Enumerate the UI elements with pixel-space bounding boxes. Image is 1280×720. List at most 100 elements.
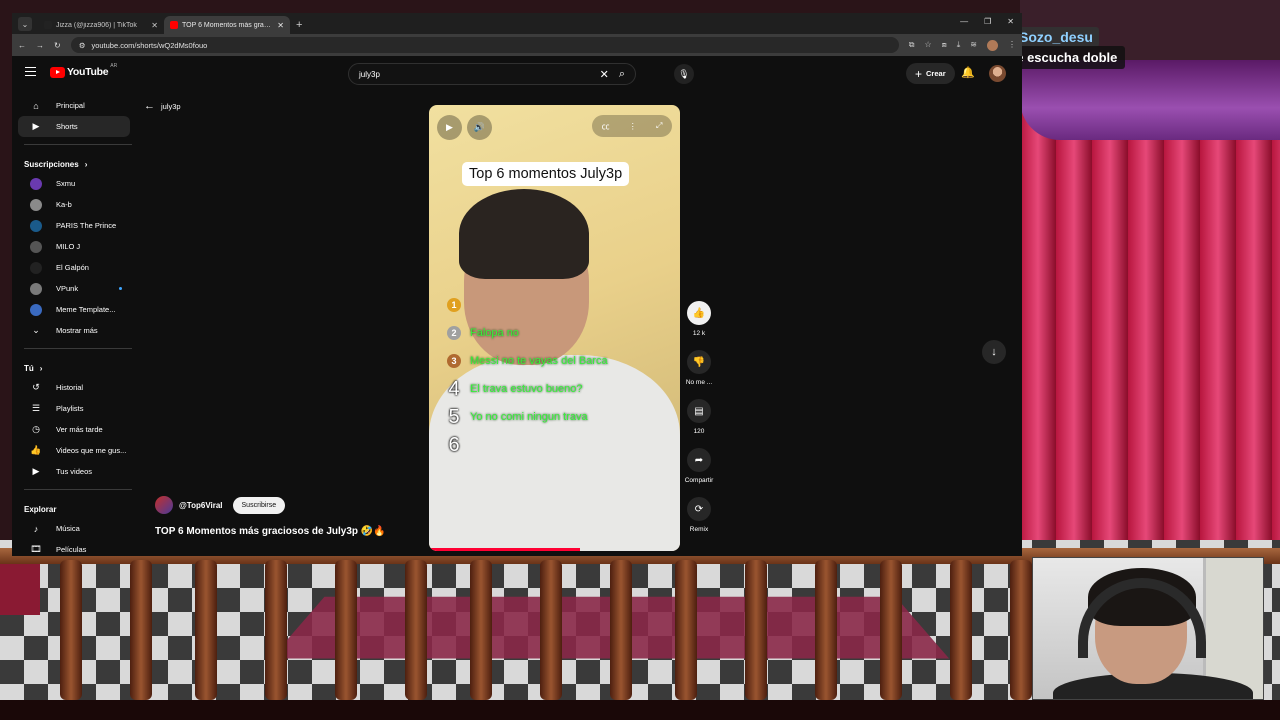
channel-avatar[interactable] bbox=[155, 496, 173, 514]
channel-name[interactable]: @Top6Viral bbox=[179, 501, 223, 510]
close-tab-icon[interactable]: ✕ bbox=[151, 21, 158, 30]
sidebar-item[interactable]: ☰ Playlists bbox=[18, 398, 130, 419]
sidebar-item[interactable]: 👍 Videos que me gus... bbox=[18, 440, 130, 461]
sidebar-item-subscription[interactable]: Sxmu bbox=[18, 173, 130, 194]
sidebar-item-subscription[interactable]: El Galpón bbox=[18, 257, 130, 278]
tab-tiktok[interactable]: Jizza (@jizza906) | TikTok ✕ bbox=[38, 16, 164, 34]
captions-icon[interactable]: ㏄ bbox=[602, 121, 610, 132]
sidebar-item-principal[interactable]: ⌂ Principal bbox=[18, 95, 130, 116]
sidebar-item-subscription[interactable]: Ka-b bbox=[18, 194, 130, 215]
youtube-logo[interactable]: YouTube AR bbox=[50, 63, 118, 78]
railing-post bbox=[335, 560, 357, 700]
back-nav-icon[interactable]: ← bbox=[18, 41, 26, 50]
sidebar-item[interactable]: 🎞 Películas bbox=[18, 539, 130, 556]
clear-search-icon[interactable]: ✕ bbox=[600, 68, 609, 81]
video-progress-bar[interactable] bbox=[429, 548, 580, 551]
search-input[interactable]: july3p bbox=[359, 70, 600, 79]
site-info-icon[interactable]: ⚙ bbox=[79, 41, 86, 50]
sidebar-item-shorts[interactable]: ▶ Shorts bbox=[18, 116, 130, 137]
install-icon[interactable]: ⧉ bbox=[909, 40, 915, 51]
subscriptions-list: Sxmu Ka-b PARIS The Prince MILO J El Galpón V… bbox=[12, 173, 134, 320]
share-action: ➦ Compartir bbox=[682, 448, 716, 484]
forward-nav-icon[interactable]: → bbox=[36, 41, 44, 50]
create-button[interactable]: + Crear bbox=[906, 63, 955, 84]
divider bbox=[24, 144, 132, 145]
channel-row: @Top6Viral Suscribirse bbox=[155, 496, 286, 514]
download-icon[interactable]: ⤓ bbox=[957, 40, 961, 51]
next-short-arrow-icon[interactable]: ↓ bbox=[982, 340, 1006, 364]
video-person-hair bbox=[459, 189, 589, 279]
play-icon[interactable]: ▶ bbox=[437, 115, 462, 140]
movies-icon: 🎞 bbox=[30, 544, 42, 554]
hamburger-menu-icon[interactable] bbox=[25, 67, 36, 76]
railing-post bbox=[950, 560, 972, 700]
like-icon: 👍 bbox=[30, 445, 42, 455]
show-more-label: Mostrar más bbox=[56, 326, 98, 335]
you-heading[interactable]: Tú › bbox=[12, 356, 134, 377]
channel-avatar bbox=[30, 303, 42, 316]
sidebar-item[interactable]: ♪ Música bbox=[18, 518, 130, 539]
sidebar-item-label: Tus videos bbox=[56, 467, 92, 476]
country-code: AR bbox=[110, 63, 118, 69]
minimize-icon[interactable]: — bbox=[960, 17, 968, 26]
menu-dots-icon[interactable]: ⋮ bbox=[1008, 40, 1016, 51]
sidebar-item[interactable]: ◷ Ver más tarde bbox=[18, 419, 130, 440]
url-bar[interactable]: ⚙ youtube.com/shorts/wQ2dMs0fouo bbox=[70, 37, 899, 53]
window-controls: — ❐ ✕ bbox=[960, 17, 1014, 26]
channel-avatar bbox=[30, 198, 42, 211]
more-options-icon[interactable]: ⋮ bbox=[629, 122, 637, 131]
remix-icon[interactable]: ⟳ bbox=[687, 497, 711, 521]
tab-youtube-short[interactable]: TOP 6 Momentos más graciosos ✕ bbox=[164, 16, 290, 34]
subscriptions-heading[interactable]: Suscripciones › bbox=[12, 152, 134, 173]
back-to-search[interactable]: ← july3p bbox=[144, 100, 181, 112]
channel-avatar bbox=[30, 177, 42, 190]
short-video-player[interactable]: ▶ 🔊 ㏄ ⋮ ⤢ Top 6 momentos July3p 1 2 Falopa… bbox=[429, 105, 680, 551]
rank-number: 6 bbox=[448, 433, 460, 456]
dislike-icon[interactable]: 👎 bbox=[687, 350, 711, 374]
sidebar-item[interactable]: ↺ Historial bbox=[18, 377, 130, 398]
fullscreen-icon[interactable]: ⤢ bbox=[656, 121, 662, 131]
ranking-item: 4 El trava estuvo bueno? bbox=[445, 375, 608, 403]
chevron-down-icon: ⌄ bbox=[32, 325, 40, 335]
sidebar-item[interactable]: ▶ Tus videos bbox=[18, 461, 130, 482]
home-icon: ⌂ bbox=[33, 100, 39, 111]
sidebar-item-subscription[interactable]: Meme Template... bbox=[18, 299, 130, 320]
voice-search-icon[interactable]: 🎙 bbox=[674, 64, 694, 84]
sidebar-item-subscription[interactable]: PARIS The Prince bbox=[18, 215, 130, 236]
like-action: 👍 12 k bbox=[682, 301, 716, 337]
subscribe-button[interactable]: Suscribirse bbox=[232, 496, 286, 514]
show-more-button[interactable]: ⌄ Mostrar más bbox=[18, 320, 130, 341]
sidebar-item-subscription[interactable]: MILO J bbox=[18, 236, 130, 257]
search-box[interactable]: july3p ✕ ⌕ bbox=[348, 63, 636, 85]
reload-icon[interactable]: ↻ bbox=[54, 41, 61, 50]
subscriptions-title: Suscripciones bbox=[24, 160, 79, 169]
account-avatar[interactable] bbox=[989, 65, 1006, 82]
bookmark-star-icon[interactable]: ☆ bbox=[924, 40, 931, 51]
railing-post bbox=[130, 560, 152, 700]
notifications-bell-icon[interactable]: 🔔 bbox=[961, 66, 975, 79]
short-title[interactable]: TOP 6 Momentos más graciosos de July3p 🤣… bbox=[155, 526, 386, 537]
create-label: Crear bbox=[926, 69, 946, 78]
profile-avatar[interactable] bbox=[987, 39, 998, 51]
cast-icon[interactable]: ≋ bbox=[970, 40, 977, 51]
sidebar-item-label: Sxmu bbox=[56, 179, 76, 188]
remix-label: Remix bbox=[689, 526, 709, 533]
tab-bar: ⌄ Jizza (@jizza906) | TikTok ✕ TOP 6 Mom… bbox=[12, 13, 1022, 34]
youtube-header: YouTube AR july3p ✕ ⌕ 🎙 + Crear 🔔 bbox=[12, 60, 1022, 88]
railing-post bbox=[60, 560, 82, 700]
ranking-item: 6 bbox=[445, 431, 608, 459]
close-window-icon[interactable]: ✕ bbox=[1007, 17, 1014, 26]
new-tab-icon[interactable]: + bbox=[296, 19, 302, 31]
extensions-icon[interactable]: ⧈ bbox=[942, 40, 947, 51]
search-icon[interactable]: ⌕ bbox=[619, 68, 625, 81]
tab-search-icon[interactable]: ⌄ bbox=[18, 17, 32, 31]
sidebar-item-subscription[interactable]: VPunk bbox=[18, 278, 130, 299]
share-icon[interactable]: ➦ bbox=[687, 448, 711, 472]
volume-icon[interactable]: 🔊 bbox=[467, 115, 492, 140]
sidebar-item-label: MILO J bbox=[56, 242, 81, 251]
comment-icon[interactable]: ▤ bbox=[687, 399, 711, 423]
restore-icon[interactable]: ❐ bbox=[984, 17, 991, 26]
like-icon[interactable]: 👍 bbox=[687, 301, 711, 325]
close-tab-icon[interactable]: ✕ bbox=[277, 21, 284, 30]
address-toolbar: ← → ↻ ⚙ youtube.com/shorts/wQ2dMs0fouo ⧉… bbox=[12, 34, 1022, 56]
